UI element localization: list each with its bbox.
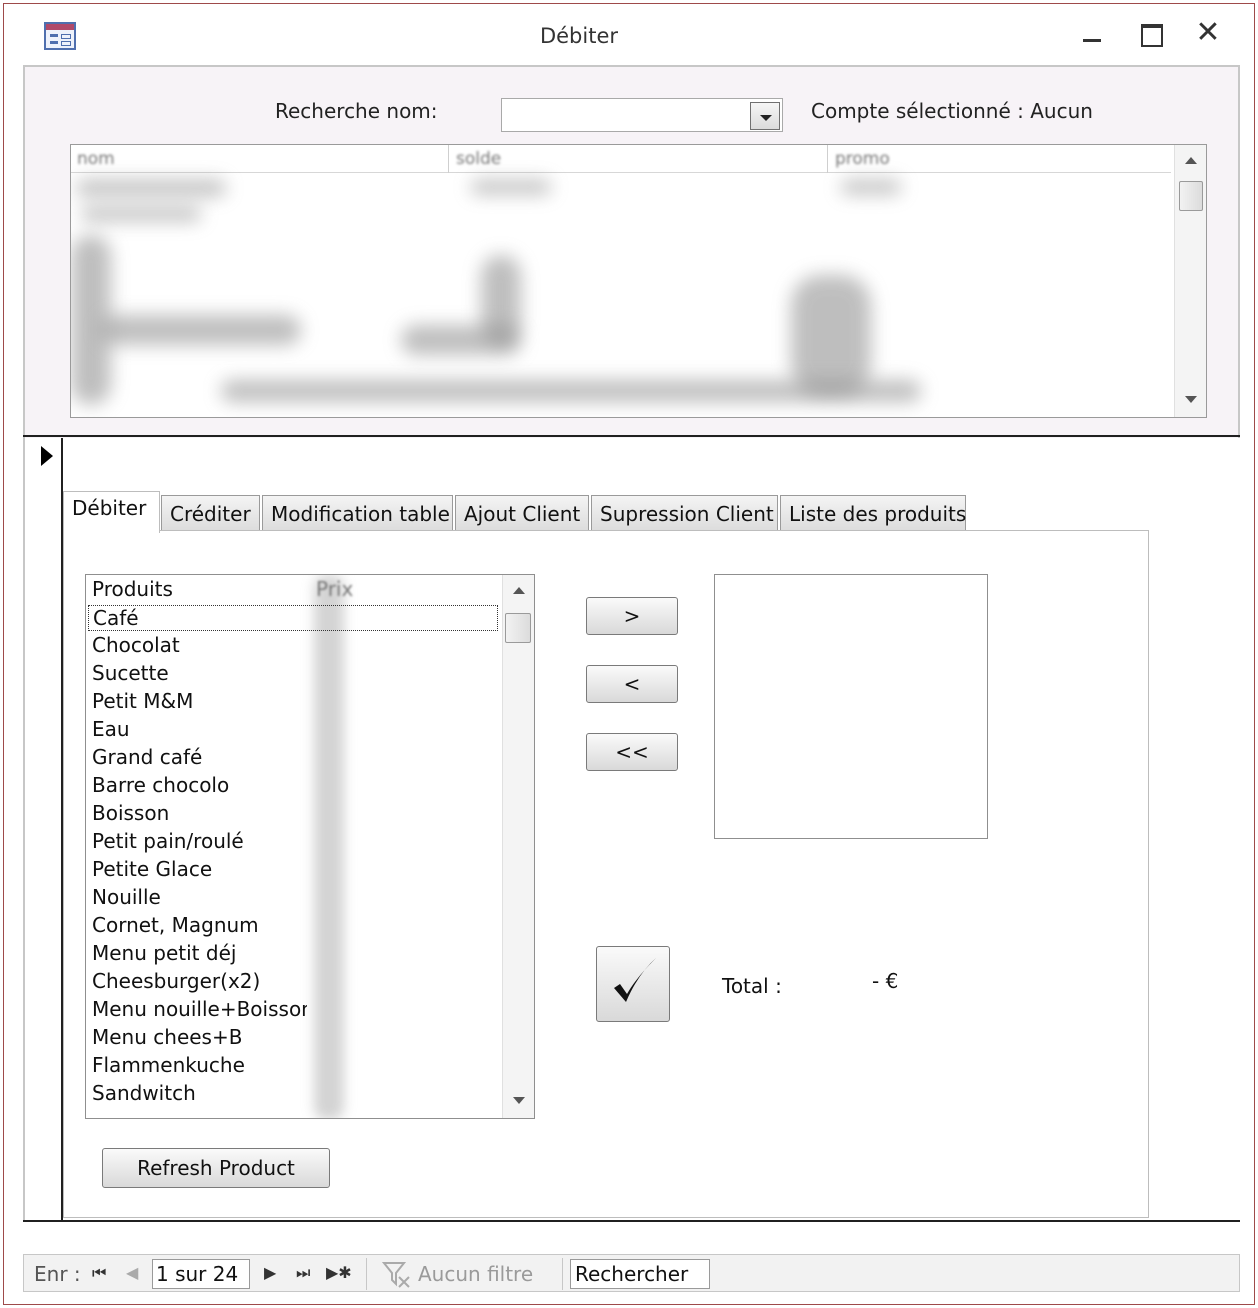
tab-panel-debiter: Produits Prix Café Chocolat Sucette Petit M… bbox=[63, 530, 1149, 1218]
product-list-item[interactable]: Boisson bbox=[92, 801, 307, 825]
record-search-input[interactable]: Rechercher bbox=[570, 1259, 710, 1289]
form-header: Recherche nom: Compte sélectionné : Aucu… bbox=[23, 65, 1240, 438]
access-form-window: Débiter ✕ Recherche nom: Compte sélectio… bbox=[3, 3, 1255, 1305]
tab-modification-table[interactable]: Modification table bbox=[262, 495, 453, 531]
product-list-item[interactable]: Barre chocolo bbox=[92, 773, 307, 797]
product-list-item[interactable]: Chocolat bbox=[92, 633, 307, 657]
scroll-up-icon[interactable] bbox=[1185, 157, 1197, 164]
product-list-item[interactable]: Petite Glace bbox=[92, 857, 307, 881]
products-header: Produits bbox=[92, 577, 173, 601]
scroll-thumb[interactable] bbox=[1179, 181, 1203, 211]
grid-scrollbar[interactable] bbox=[1174, 145, 1206, 417]
products-scrollbar[interactable] bbox=[502, 575, 534, 1118]
blurred-client-rows bbox=[71, 175, 1171, 417]
minimize-icon[interactable] bbox=[1075, 18, 1111, 52]
close-icon[interactable]: ✕ bbox=[1190, 18, 1226, 52]
grid-column-promo[interactable]: promo bbox=[835, 149, 890, 169]
product-list-item[interactable]: Cornet, Magnum bbox=[92, 913, 307, 937]
scroll-down-icon[interactable] bbox=[1185, 396, 1197, 403]
confirm-debit-button[interactable] bbox=[596, 946, 670, 1022]
selected-account-label: Compte sélectionné : Aucun bbox=[811, 99, 1093, 123]
first-record-icon[interactable]: ⏮ bbox=[92, 1262, 106, 1284]
search-name-combobox[interactable] bbox=[501, 98, 783, 132]
product-list-item[interactable]: Flammenkuche bbox=[92, 1053, 307, 1077]
window-title: Débiter bbox=[539, 24, 619, 48]
grid-column-nom[interactable]: nom bbox=[77, 149, 115, 169]
last-record-icon[interactable]: ⏭ bbox=[296, 1262, 310, 1284]
selected-products-listbox[interactable] bbox=[714, 574, 988, 839]
product-list-item[interactable]: Menu petit déj bbox=[92, 941, 307, 965]
record-position-input[interactable]: 1 sur 24 bbox=[152, 1259, 250, 1289]
grid-header: nom solde promo bbox=[71, 145, 1171, 173]
tab-crediter[interactable]: Créditer bbox=[161, 495, 260, 531]
product-list-item[interactable]: Petit M&M bbox=[92, 689, 307, 713]
product-list-item[interactable]: Café bbox=[88, 605, 498, 631]
add-product-button[interactable]: > bbox=[586, 597, 678, 635]
remove-product-button[interactable]: < bbox=[586, 665, 678, 703]
scroll-down-icon[interactable] bbox=[513, 1097, 525, 1104]
filter-status-label[interactable]: Aucun filtre bbox=[418, 1262, 533, 1286]
section-divider bbox=[23, 435, 1240, 437]
total-value: - € bbox=[872, 969, 899, 993]
remove-all-button[interactable]: << bbox=[586, 733, 678, 771]
product-list-item[interactable]: Menu chees+B bbox=[92, 1025, 307, 1049]
search-name-label: Recherche nom: bbox=[275, 99, 438, 123]
footer-divider bbox=[23, 1220, 1240, 1222]
product-list-item[interactable]: Sandwitch bbox=[92, 1081, 307, 1105]
product-list-item[interactable]: Cheesburger(x2) bbox=[92, 969, 307, 993]
maximize-icon[interactable] bbox=[1132, 18, 1168, 52]
previous-record-icon[interactable]: ◀ bbox=[126, 1262, 138, 1284]
clients-grid[interactable]: nom solde promo bbox=[70, 144, 1207, 418]
new-record-icon[interactable]: ▶✱ bbox=[326, 1262, 352, 1284]
product-list-item[interactable]: Petit pain/roulé bbox=[92, 829, 307, 853]
current-record-icon bbox=[41, 446, 53, 466]
chevron-down-icon[interactable] bbox=[750, 102, 780, 130]
product-list-item[interactable]: Sucette bbox=[92, 661, 307, 685]
tab-debiter[interactable]: Débiter bbox=[63, 491, 160, 533]
next-record-icon[interactable]: ▶ bbox=[264, 1262, 276, 1284]
product-list-item[interactable]: Eau bbox=[92, 717, 307, 741]
tab-supression-client[interactable]: Supression Client bbox=[591, 495, 778, 531]
price-header: Prix bbox=[316, 577, 354, 601]
scroll-thumb[interactable] bbox=[505, 613, 531, 643]
product-list-item[interactable]: Grand café bbox=[92, 745, 307, 769]
record-selector[interactable] bbox=[23, 438, 63, 1222]
tab-liste-des-produits[interactable]: Liste des produits bbox=[780, 495, 966, 531]
total-label: Total : bbox=[722, 974, 782, 998]
tab-ajout-client[interactable]: Ajout Client bbox=[455, 495, 589, 531]
products-listbox[interactable]: Produits Prix Café Chocolat Sucette Petit M… bbox=[85, 574, 535, 1119]
product-list-item[interactable]: Menu nouille+Boisson bbox=[92, 997, 307, 1021]
refresh-product-button[interactable]: Refresh Product bbox=[102, 1148, 330, 1188]
checkmark-icon bbox=[614, 958, 656, 1002]
record-navigation-bar: Enr : ⏮ ◀ 1 sur 24 ▶ ⏭ ▶✱ Aucun filtre R… bbox=[23, 1254, 1240, 1292]
filter-icon[interactable] bbox=[382, 1260, 412, 1288]
scroll-up-icon[interactable] bbox=[513, 587, 525, 594]
record-label: Enr : bbox=[34, 1262, 81, 1286]
blurred-price-column bbox=[314, 575, 344, 1118]
product-list-item[interactable]: Nouille bbox=[92, 885, 307, 909]
grid-column-solde[interactable]: solde bbox=[456, 149, 501, 169]
title-bar: Débiter ✕ bbox=[4, 4, 1254, 66]
